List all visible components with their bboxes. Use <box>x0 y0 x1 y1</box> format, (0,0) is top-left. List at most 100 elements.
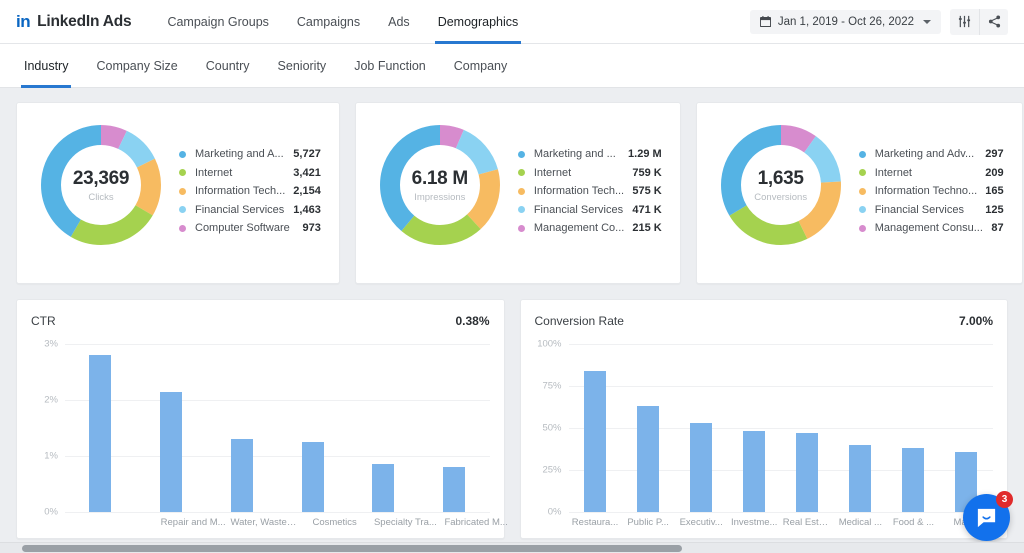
bar[interactable] <box>584 370 607 512</box>
y-axis-tick: 50% <box>542 422 562 434</box>
legend-item[interactable]: Information Tech... 2,154 <box>179 182 321 201</box>
bar-chart-title: CTR <box>31 314 56 328</box>
legend-value: 215 K <box>632 222 662 235</box>
x-axis-tick: Medical ... <box>838 517 882 528</box>
scrollbar-thumb[interactable] <box>22 545 682 552</box>
legend-value: 973 <box>302 222 321 235</box>
nav-item-demographics[interactable]: Demographics <box>424 0 533 44</box>
x-axis-tick: Public P... <box>627 517 669 528</box>
share-icon[interactable] <box>979 8 1008 35</box>
legend-item[interactable]: Marketing and Adv... 297 <box>858 145 1004 164</box>
bar-card-header: Conversion Rate 7.00% <box>535 314 994 328</box>
bar[interactable] <box>230 439 253 512</box>
bar-slot <box>675 344 728 512</box>
nav-item-ads[interactable]: Ads <box>374 0 424 44</box>
donut-chart[interactable]: 23,369 Clicks <box>35 119 167 251</box>
donut-chart[interactable]: 6.18 M Impressions <box>374 119 506 251</box>
bar[interactable] <box>743 431 766 512</box>
legend-item[interactable]: Internet 3,421 <box>179 164 321 183</box>
legend-color-dot <box>517 187 525 195</box>
legend-label: Marketing and A... <box>195 148 284 161</box>
x-axis-tick: Fabricated M... <box>444 517 508 528</box>
legend-value: 471 K <box>632 203 662 216</box>
y-axis-tick: 25% <box>542 464 562 476</box>
bar[interactable] <box>690 422 713 512</box>
legend-label: Management Consu... <box>874 222 983 235</box>
bar[interactable] <box>902 448 925 512</box>
x-axis-labels: Restaura... Public P... Executiv... Investm… <box>569 517 994 528</box>
tab-country[interactable]: Country <box>192 44 264 88</box>
x-axis-tick: Restaura... <box>571 517 619 528</box>
tab-company-size[interactable]: Company Size <box>82 44 191 88</box>
legend-value: 3,421 <box>293 166 321 179</box>
tab-seniority[interactable]: Seniority <box>264 44 341 88</box>
y-axis-tick: 100% <box>537 338 562 350</box>
bar[interactable] <box>849 444 872 512</box>
bar[interactable] <box>443 467 466 512</box>
legend-label: Information Tech... <box>533 185 625 198</box>
bar-slot <box>781 344 834 512</box>
tab-company[interactable]: Company <box>440 44 522 88</box>
legend-color-dot <box>517 150 525 158</box>
legend-item[interactable]: Management Consu... 87 <box>858 219 1004 238</box>
x-axis-tick: Executiv... <box>679 517 723 528</box>
legend-item[interactable]: Marketing and ... 1.29 M <box>517 145 662 164</box>
chat-launcher-button[interactable]: 3 <box>963 491 1013 541</box>
legend-value: 125 <box>985 203 1004 216</box>
legend-color-dot <box>858 206 866 214</box>
legend-item[interactable]: Internet 209 <box>858 164 1004 183</box>
donut-chart-wrap: 1,635 Conversions <box>709 119 853 251</box>
dashboard-content: 23,369 Clicks Marketing and A... 5,727 Inter… <box>0 88 1024 539</box>
calendar-icon <box>759 16 771 27</box>
header-actions: Jan 1, 2019 - Oct 26, 2022 <box>749 8 1008 35</box>
legend-item[interactable]: Financial Services 471 K <box>517 201 662 220</box>
legend-label: Internet <box>533 166 572 179</box>
date-range-picker[interactable]: Jan 1, 2019 - Oct 26, 2022 <box>749 9 941 34</box>
brand-logo[interactable]: in LinkedIn Ads <box>16 12 132 31</box>
nav-item-campaigns[interactable]: Campaigns <box>283 0 374 44</box>
bar-plot-area: 100% 75% 50% 25% 0% <box>537 339 994 518</box>
legend-item[interactable]: Financial Services 125 <box>858 201 1004 220</box>
legend-label: Financial Services <box>533 203 624 216</box>
bar-card-ctr: CTR 0.38% 3% 2% 1% 0% Repair and M... Water, Wa… <box>16 299 508 539</box>
sliders-icon[interactable] <box>950 9 979 35</box>
main-nav: Campaign Groups Campaigns Ads Demographics <box>153 0 532 44</box>
legend-color-dot <box>858 224 866 232</box>
bar-card-conversion-rate: Conversion Rate 7.00% 100% 75% 50% 25% 0% Resta… <box>519 299 1008 539</box>
bar-series <box>65 344 490 512</box>
x-axis-tick: Cosmetics <box>312 517 357 528</box>
legend-label: Marketing and ... <box>533 148 616 161</box>
y-axis-tick: 75% <box>542 380 562 392</box>
donut-chart[interactable]: 1,635 Conversions <box>715 119 847 251</box>
legend-item[interactable]: Financial Services 1,463 <box>179 201 321 220</box>
nav-item-campaign-groups[interactable]: Campaign Groups <box>153 0 282 44</box>
gridline <box>568 512 993 513</box>
bar-series <box>569 344 994 512</box>
bar[interactable] <box>372 464 395 512</box>
legend-item[interactable]: Management Co... 215 K <box>517 219 662 238</box>
linkedin-in-icon: in <box>16 12 31 31</box>
bar-slot <box>728 344 781 512</box>
y-axis-tick: 1% <box>44 450 58 462</box>
legend-item[interactable]: Marketing and A... 5,727 <box>179 145 321 164</box>
bar[interactable] <box>796 433 819 512</box>
legend-item[interactable]: Computer Software 973 <box>179 219 321 238</box>
bar[interactable] <box>301 442 324 512</box>
legend-item[interactable]: Information Tech... 575 K <box>517 182 662 201</box>
legend-item[interactable]: Internet 759 K <box>517 164 662 183</box>
horizontal-scrollbar[interactable] <box>0 542 1024 553</box>
x-axis-tick: Water, Waste,... <box>230 517 298 528</box>
donut-card-conversions: 1,635 Conversions Marketing and Adv... 297 I… <box>695 102 1023 284</box>
bar-slot <box>834 344 887 512</box>
bar[interactable] <box>89 355 112 512</box>
donut-chart-wrap: 23,369 Clicks <box>29 119 173 251</box>
bar-card-header: CTR 0.38% <box>31 314 490 328</box>
x-axis-tick-empty <box>87 517 158 528</box>
legend-value: 209 <box>985 166 1004 179</box>
tab-industry[interactable]: Industry <box>10 44 82 88</box>
bar[interactable] <box>160 391 183 512</box>
legend-item[interactable]: Information Techno... 165 <box>858 182 1004 201</box>
tab-job-function[interactable]: Job Function <box>340 44 440 88</box>
bar[interactable] <box>637 406 660 512</box>
legend-value: 1.29 M <box>628 148 662 161</box>
